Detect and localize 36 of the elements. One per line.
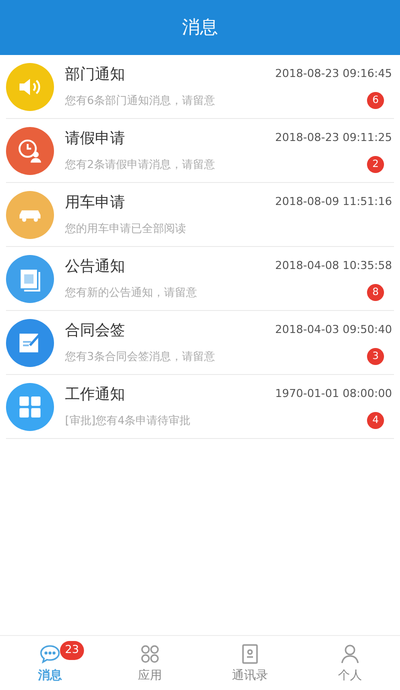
message-summary: 您的用车申请已全部阅读 (65, 220, 186, 236)
message-title: 用车申请 (65, 192, 125, 214)
message-time: 2018-04-08 10:35:58 (275, 258, 392, 274)
message-summary: 您有新的公告通知，请留意 (65, 284, 197, 300)
clock-person-icon (16, 136, 44, 164)
message-time: 2018-08-23 09:16:45 (275, 66, 392, 82)
message-summary: 您有3条合同会签消息，请留意 (65, 348, 215, 364)
message-summary: [审批]您有4条申请待审批 (65, 412, 191, 428)
message-time: 1970-01-01 08:00:00 (275, 386, 392, 402)
message-title: 合同会签 (65, 320, 125, 342)
message-summary: 您有2条请假申请消息，请留意 (65, 156, 215, 172)
tab[interactable]: 应用 (100, 636, 200, 690)
tab[interactable]: 通讯录 (200, 636, 300, 690)
message-item[interactable]: 工作通知 1970-01-01 08:00:00 [审批]您有4条申请待审批 4 (6, 375, 394, 439)
message-summary: 您有6条部门通知消息，请留意 (65, 92, 215, 108)
unread-count: 3 (367, 348, 384, 366)
message-title: 部门通知 (65, 64, 125, 86)
unread-count: 8 (367, 284, 384, 302)
unread-count: 2 (367, 156, 384, 174)
message-time: 2018-08-09 11:51:16 (275, 194, 392, 210)
tab[interactable]: 个人 (300, 636, 400, 690)
message-title: 工作通知 (65, 384, 125, 406)
unread-count: 6 (367, 92, 384, 110)
message-item[interactable]: 用车申请 2018-08-09 11:51:16 您的用车申请已全部阅读 (6, 183, 394, 247)
message-time: 2018-04-03 09:50:40 (275, 322, 392, 338)
unread-count: 23 (60, 641, 84, 660)
message-title: 公告通知 (65, 256, 125, 278)
message-title: 请假申请 (65, 128, 125, 150)
message-item[interactable]: 部门通知 2018-08-23 09:16:45 您有6条部门通知消息，请留意 6 (6, 55, 394, 119)
header-title: 消息 (182, 16, 218, 40)
tab[interactable]: 消息 23 (0, 636, 100, 690)
message-item[interactable]: 请假申请 2018-08-23 09:11:25 您有2条请假申请消息，请留意 2 (6, 119, 394, 183)
message-item[interactable]: 公告通知 2018-04-08 10:35:58 您有新的公告通知，请留意 8 (6, 247, 394, 311)
message-time: 2018-08-23 09:11:25 (275, 130, 392, 146)
unread-count: 4 (367, 412, 384, 430)
message-item[interactable]: 合同会签 2018-04-03 09:50:40 您有3条合同会签消息，请留意 3 (6, 311, 394, 375)
